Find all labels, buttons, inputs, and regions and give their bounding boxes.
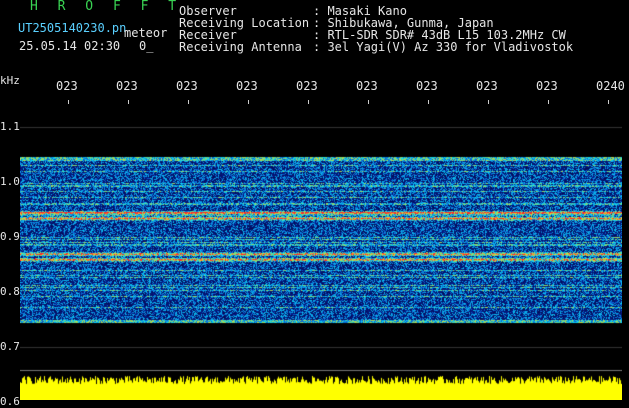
x-tick-mark: [608, 100, 609, 104]
x-tick-label: 023: [536, 79, 558, 93]
x-tick-label: 023: [116, 79, 138, 93]
x-tick-label: 023: [476, 79, 498, 93]
y-tick-label: 0.9: [0, 230, 20, 244]
y-tick-label: 0.6: [0, 395, 20, 408]
y-tick-label: 0.8: [0, 285, 20, 299]
y-tick-label: 0.7: [0, 340, 20, 354]
y-tick-label: 1.1: [0, 120, 20, 134]
x-tick-mark: [428, 100, 429, 104]
x-tick-mark: [368, 100, 369, 104]
spectrogram-canvas: [20, 100, 622, 400]
file-name: UT2505140230.pn: [18, 21, 127, 35]
x-tick-mark: [308, 100, 309, 104]
y-axis-unit: kHz: [0, 74, 20, 87]
spectrogram-plot: [20, 100, 622, 400]
date-time: 25.05.14 02:30: [19, 39, 121, 53]
x-tick-label: 023: [56, 79, 78, 93]
antenna-value: : 3el Yagi(V) Az 330 for Vladivostok: [313, 40, 574, 54]
x-tick-mark: [188, 100, 189, 104]
x-tick-mark: [128, 100, 129, 104]
x-tick-label: 023: [296, 79, 318, 93]
x-tick-mark: [488, 100, 489, 104]
y-tick-label: 1.0: [0, 175, 20, 189]
count-indicator: 0_: [139, 39, 154, 53]
x-tick-label: 023: [356, 79, 378, 93]
x-tick-mark: [248, 100, 249, 104]
file-suffix: meteor: [124, 26, 168, 40]
x-tick-label: 023: [236, 79, 258, 93]
app-title: H R O F F T: [30, 0, 183, 14]
x-tick-mark: [548, 100, 549, 104]
x-tick-label: 0240: [596, 79, 625, 93]
x-tick-mark: [68, 100, 69, 104]
antenna-label: Receiving Antenna: [179, 40, 302, 54]
x-tick-label: 023: [416, 79, 438, 93]
x-tick-label: 023: [176, 79, 198, 93]
